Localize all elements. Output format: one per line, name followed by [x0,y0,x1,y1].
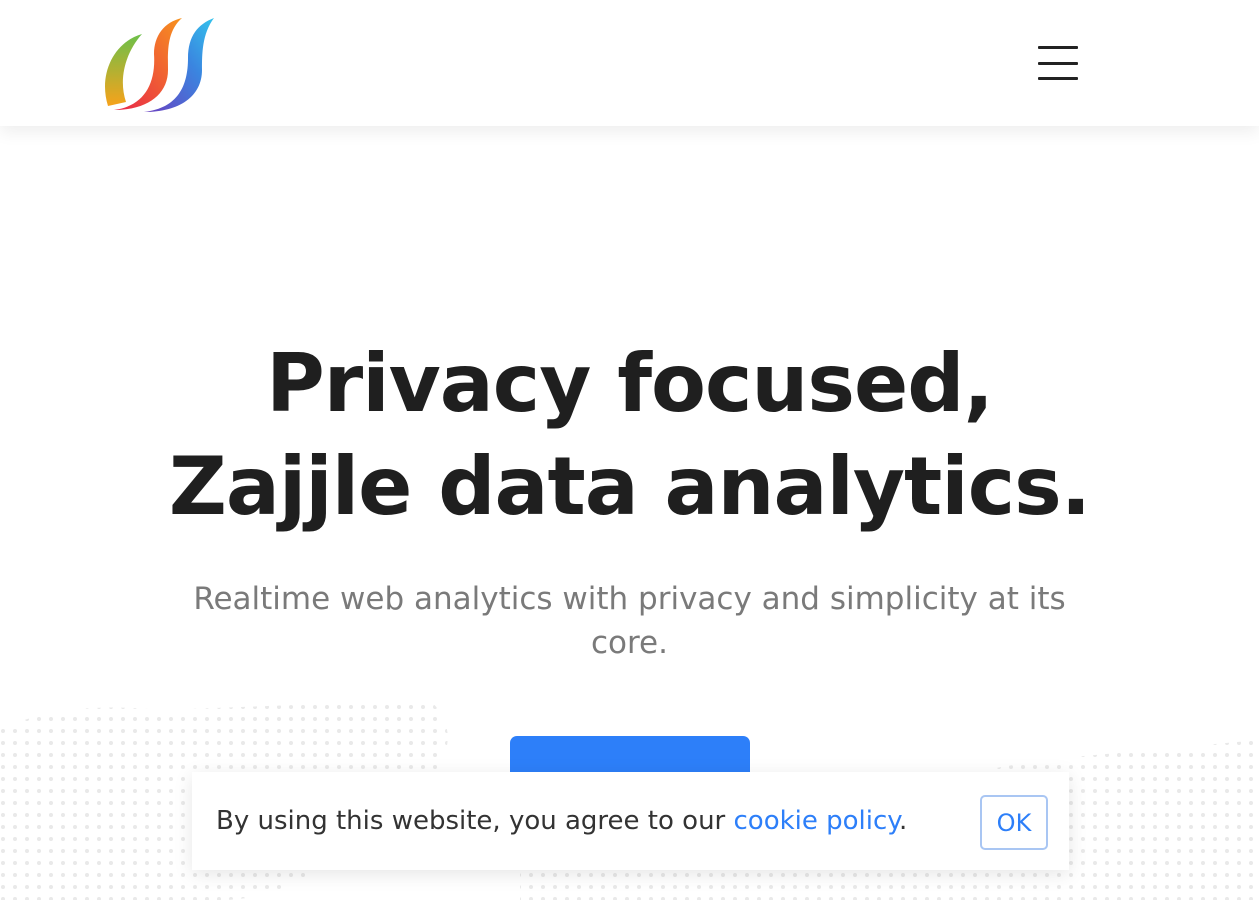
hamburger-menu-icon[interactable] [1030,40,1086,86]
menu-bar [1038,61,1078,65]
landing-page: Privacy focused, Zajjle data analytics. … [0,0,1259,900]
cookie-banner: By using this website, you agree to our … [192,772,1069,870]
hero-subtitle: Realtime web analytics with privacy and … [193,581,1066,661]
hero-title-line-2: Zajjle data analytics. [168,440,1091,533]
cookie-message: By using this website, you agree to our … [216,806,907,836]
cookie-policy-link[interactable]: cookie policy [734,806,899,836]
hero-title-line-1: Privacy focused, [266,337,994,430]
menu-bar [1038,46,1078,49]
cookie-ok-button[interactable]: OK [980,795,1048,850]
cookie-text-before: By using this website, you agree to our [216,806,734,836]
site-header [0,0,1259,126]
menu-bar [1038,77,1078,80]
cookie-text-after: . [898,806,908,836]
hero-title: Privacy focused, Zajjle data analytics. [0,332,1259,538]
brand-logo[interactable] [104,14,216,114]
